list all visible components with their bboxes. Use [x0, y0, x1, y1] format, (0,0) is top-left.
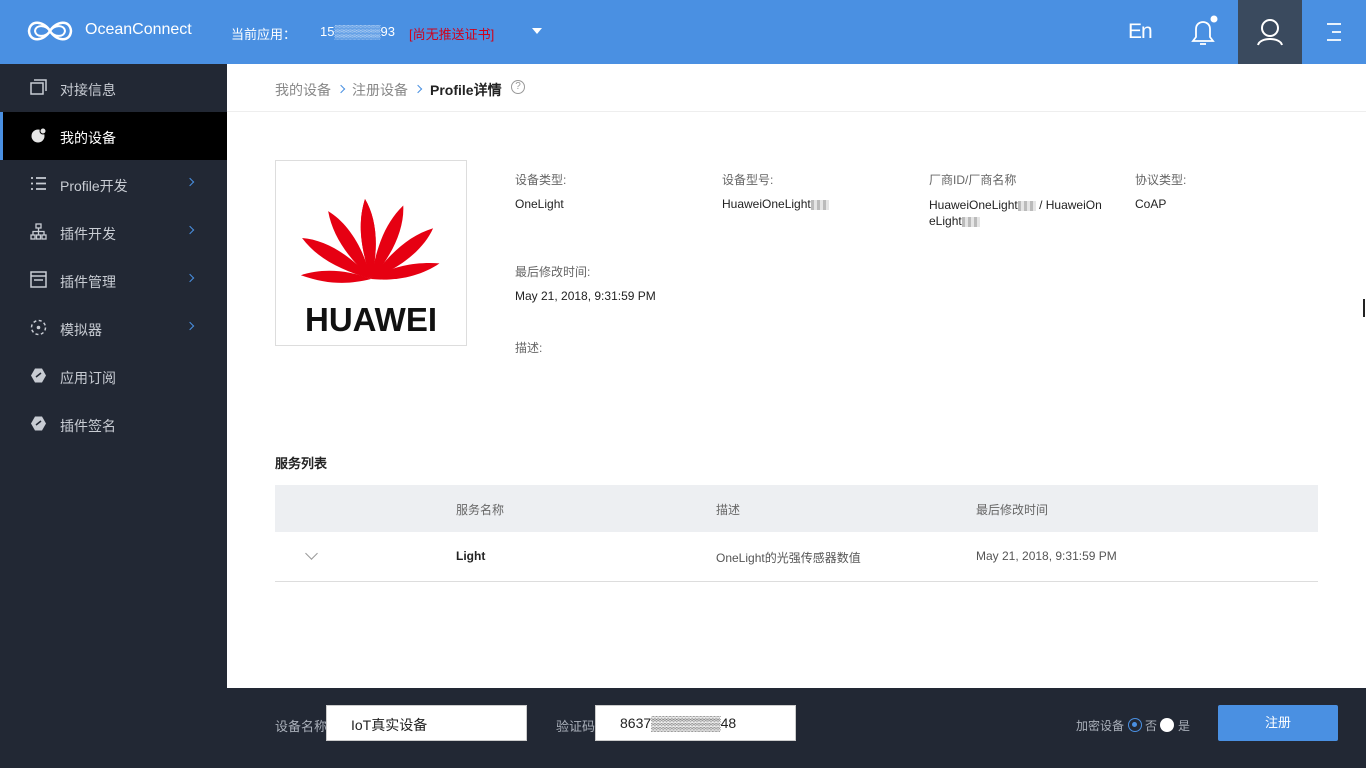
device-model-label: 设备型号:	[722, 173, 774, 187]
text-cursor	[1363, 299, 1365, 317]
encrypt-no-label: 否	[1145, 719, 1158, 733]
device-image: HUAWEI	[275, 160, 467, 346]
window-icon	[30, 79, 47, 95]
bell-icon[interactable]	[1188, 15, 1218, 49]
encrypt-yes-label: 是	[1178, 719, 1191, 733]
current-app-id[interactable]: 15▒▒▒▒▒93	[320, 24, 395, 39]
verify-code-label: 验证码	[556, 719, 596, 734]
huawei-logo-text: HUAWEI	[305, 301, 437, 338]
help-icon[interactable]: ?	[511, 80, 525, 94]
column-header-modified: 最后修改时间	[976, 503, 1049, 517]
sidebar-item-my-devices[interactable]: 我的设备	[0, 112, 227, 160]
sidebar-item-label: 模拟器	[60, 322, 102, 338]
encrypt-no-radio[interactable]	[1128, 718, 1142, 732]
sidebar-item-label: Profile开发	[60, 178, 128, 194]
service-modified: May 21, 2018, 9:31:59 PM	[976, 549, 1117, 563]
hexagon-icon	[31, 368, 46, 383]
sitemap-icon	[30, 223, 47, 240]
logo-icon[interactable]	[26, 16, 74, 46]
cert-status: [尚无推送证书]	[409, 27, 495, 42]
current-app-label: 当前应用：	[231, 27, 297, 42]
table-row[interactable]: Light OneLight的光强传感器数值 May 21, 2018, 9:3…	[275, 532, 1318, 582]
chevron-right-icon	[336, 84, 346, 94]
device-type-value: OneLight	[515, 197, 564, 211]
breadcrumb-item-register-device[interactable]: 注册设备	[352, 80, 408, 100]
simulator-icon	[30, 319, 47, 336]
device-icon	[31, 127, 47, 143]
protocol-label: 协议类型:	[1135, 173, 1187, 187]
device-name-label: 设备名称	[275, 719, 328, 734]
sidebar-item-integration-info[interactable]: 对接信息	[0, 64, 227, 112]
sidebar-item-plugin-dev[interactable]: 插件开发	[0, 208, 227, 256]
chevron-right-icon	[185, 177, 195, 187]
sidebar-item-label: 应用订阅	[60, 370, 116, 386]
sidebar-item-plugin-signature[interactable]: 插件签名	[0, 400, 227, 448]
divider	[227, 111, 1366, 112]
encrypt-yes-radio[interactable]	[1160, 718, 1174, 732]
chevron-right-icon	[185, 321, 195, 331]
register-bar: 设备名称 IoT真实设备 验证码 8637▒▒▒▒▒▒▒48 加密设备 否 是 …	[227, 688, 1366, 768]
list-icon	[31, 177, 46, 190]
column-header-desc: 描述	[716, 503, 741, 517]
service-desc: OneLight的光强传感器数值	[716, 551, 861, 565]
sidebar-item-label: 插件管理	[60, 274, 116, 290]
chevron-down-icon[interactable]	[305, 547, 318, 560]
chevron-right-icon	[185, 273, 195, 283]
service-list-title: 服务列表	[275, 456, 328, 471]
column-header-name: 服务名称	[456, 503, 505, 517]
brand-name: OceanConnect	[85, 21, 192, 38]
language-toggle[interactable]: En	[1128, 20, 1153, 44]
chevron-right-icon	[413, 84, 423, 94]
breadcrumb-item-my-devices[interactable]: 我的设备	[275, 80, 331, 100]
vendor-label: 厂商ID/厂商名称	[929, 173, 1017, 187]
user-icon	[1257, 19, 1283, 46]
breadcrumb-current: Profile详情	[430, 82, 502, 98]
protocol-value: CoAP	[1135, 197, 1167, 211]
chevron-right-icon	[185, 225, 195, 235]
huawei-logo-icon: HUAWEI	[300, 199, 440, 338]
table-header: 服务名称 描述 最后修改时间	[275, 485, 1318, 532]
sidebar-item-plugin-mgmt[interactable]: 插件管理	[0, 256, 227, 304]
menu-icon[interactable]	[1323, 20, 1345, 44]
sidebar-item-label: 插件开发	[60, 226, 116, 242]
sidebar-item-label: 我的设备	[60, 130, 116, 146]
device-name-input[interactable]: IoT真实设备	[326, 705, 527, 741]
sidebar-item-app-subscription[interactable]: 应用订阅	[0, 352, 227, 400]
sidebar-item-simulator[interactable]: 模拟器	[0, 304, 227, 352]
sidebar: 对接信息 我的设备 Profile开发 插件开发 插件管理 模拟器 应用订阅 插…	[0, 64, 227, 768]
top-bar: OceanConnect 当前应用： 15▒▒▒▒▒93 [尚无推送证书] En	[0, 0, 1366, 64]
last-modified-value: May 21, 2018, 9:31:59 PM	[515, 289, 656, 303]
description-label: 描述:	[515, 341, 543, 355]
encrypt-label: 加密设备	[1076, 719, 1125, 733]
hexagon-icon	[31, 416, 46, 431]
device-type-label: 设备类型:	[515, 173, 567, 187]
dropdown-caret-icon[interactable]	[532, 28, 542, 34]
device-model-value: HuaweiOneLight	[722, 197, 829, 211]
sidebar-item-label: 插件签名	[60, 418, 116, 434]
panel-icon	[30, 271, 47, 288]
verify-code-input[interactable]: 8637▒▒▒▒▒▒▒48	[595, 705, 796, 741]
sidebar-item-profile-dev[interactable]: Profile开发	[0, 160, 227, 208]
last-modified-label: 最后修改时间:	[515, 265, 591, 279]
service-name: Light	[456, 549, 486, 563]
vendor-value: HuaweiOneLight / HuaweiOn eLight	[929, 198, 1102, 228]
register-button[interactable]: 注册	[1218, 705, 1338, 741]
sidebar-item-label: 对接信息	[60, 82, 116, 98]
user-menu-button[interactable]	[1238, 0, 1302, 64]
